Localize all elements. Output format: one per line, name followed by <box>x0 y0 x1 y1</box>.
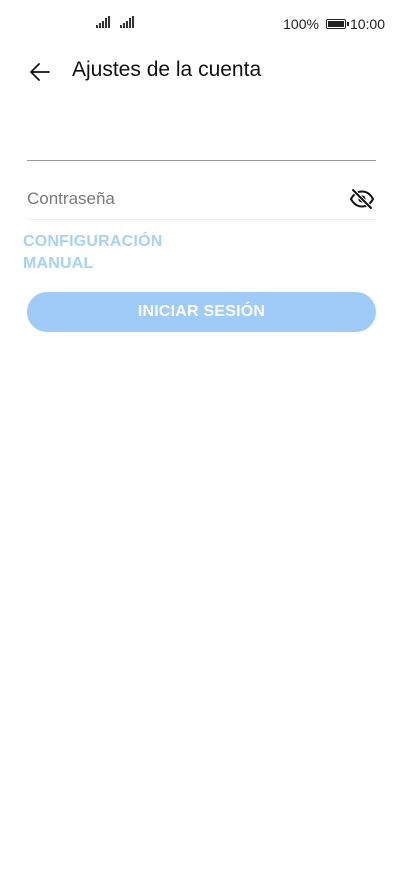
battery-percent: 100% <box>283 16 319 32</box>
signal-strength-icon <box>120 16 134 28</box>
password-visibility-toggle[interactable] <box>348 187 376 211</box>
app-header: Ajustes de la cuenta <box>0 48 403 96</box>
signal-indicators <box>96 16 134 28</box>
eye-off-icon <box>349 188 375 210</box>
sign-in-button[interactable]: INICIAR SESIÓN <box>27 292 376 332</box>
page-title: Ajustes de la cuenta <box>72 58 262 81</box>
password-field <box>27 178 376 220</box>
back-button[interactable] <box>20 52 60 92</box>
email-input[interactable] <box>27 120 376 161</box>
status-right: 100% 10:00 <box>283 16 385 32</box>
arrow-left-icon <box>30 63 50 81</box>
clock: 10:00 <box>349 16 385 32</box>
signal-strength-icon <box>96 16 110 28</box>
status-bar: 100% 10:00 <box>0 0 403 48</box>
battery-icon <box>325 19 349 29</box>
manual-setup-link[interactable]: CONFIGURACIÓN MANUAL <box>23 231 203 275</box>
password-input[interactable] <box>27 178 327 220</box>
